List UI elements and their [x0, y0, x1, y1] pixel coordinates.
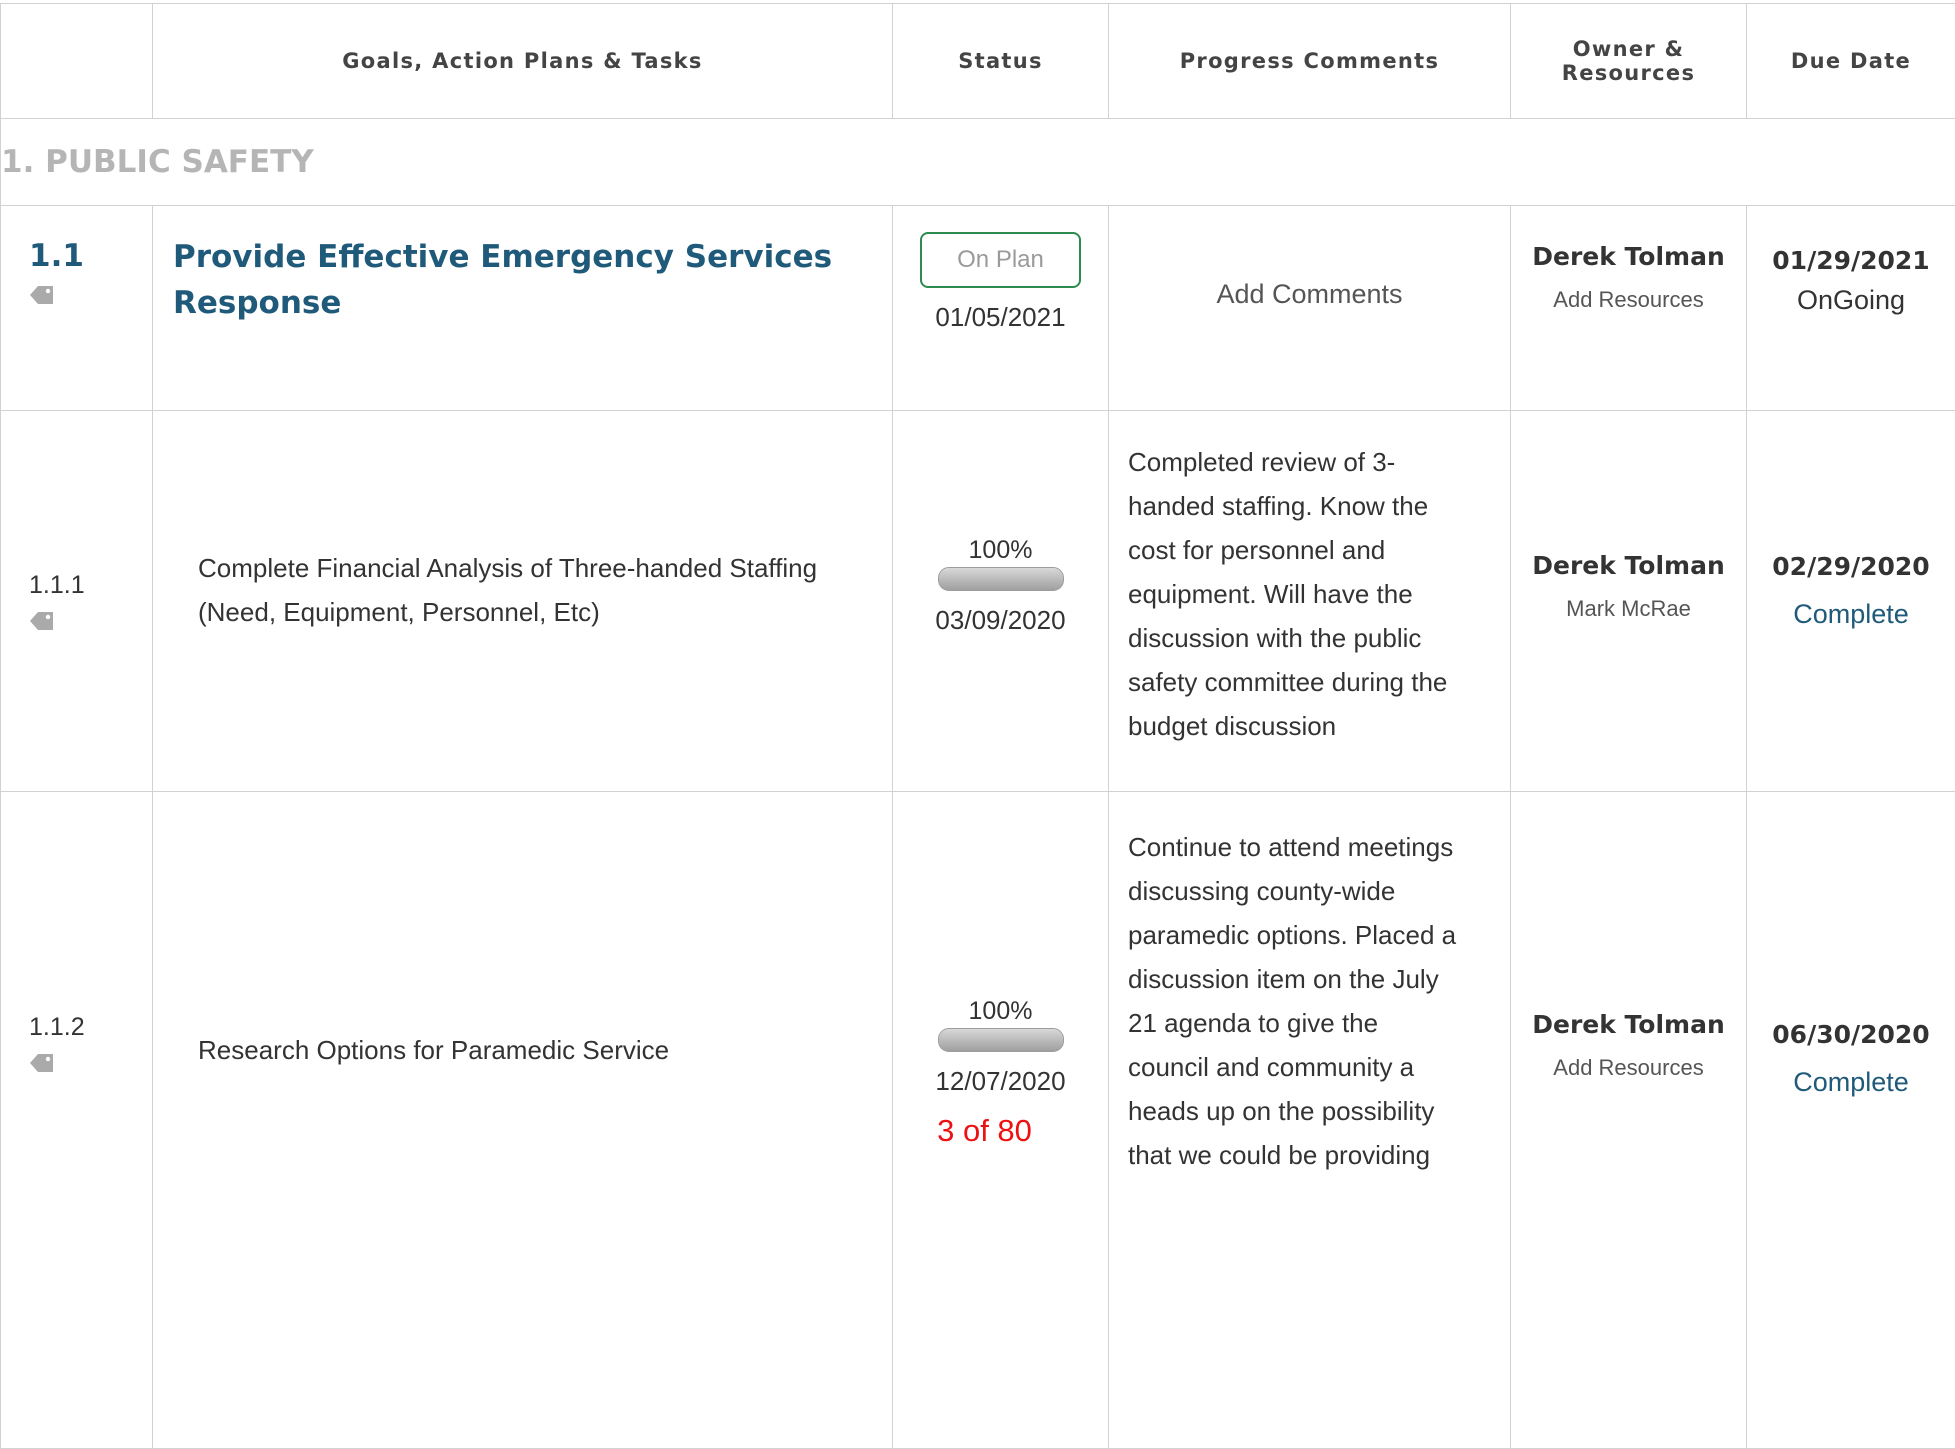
goal-title-line2: Response [173, 280, 872, 326]
goal-title[interactable]: Provide Effective Emergency Services Res… [153, 234, 892, 326]
comment-line: safety committee during the [1128, 660, 1490, 704]
section-row[interactable]: 1. PUBLIC SAFETY [1, 119, 1955, 206]
header-id [1, 4, 153, 119]
comment-line: council and community a [1128, 1045, 1490, 1089]
due-date-cell: 06/30/2020 Complete [1747, 792, 1955, 1449]
due-date-cell: 02/29/2020 Complete [1747, 411, 1955, 792]
owner-name[interactable]: Derek Tolman [1511, 242, 1746, 271]
tag-icon[interactable] [29, 610, 54, 632]
comment-line: cost for personnel and [1128, 528, 1490, 572]
row-id: 1.1.2 [29, 1013, 85, 1041]
header-status[interactable]: Status [893, 4, 1109, 119]
table-row[interactable]: 1.1.2 Research Options for Paramedic Ser… [1, 792, 1955, 1449]
task-title-cell[interactable]: Complete Financial Analysis of Three-han… [153, 411, 893, 792]
due-date: 06/30/2020 [1747, 1020, 1955, 1049]
row-id: 1.1 [29, 238, 84, 274]
table-row[interactable]: 1.1.1 Complete Financial Analysis of Thr… [1, 411, 1955, 792]
header-goals[interactable]: Goals, Action Plans & Tasks [153, 4, 893, 119]
status-badge[interactable]: On Plan [920, 232, 1081, 288]
goal-title-cell[interactable]: Provide Effective Emergency Services Res… [153, 206, 893, 411]
progress-bar [938, 1028, 1064, 1052]
comment-line: paramedic options. Placed a [1128, 913, 1490, 957]
task-title-line1: Complete Financial Analysis of Three-han… [198, 546, 872, 590]
due-date-cell: 01/29/2021 OnGoing [1747, 206, 1955, 411]
add-comments-link[interactable]: Add Comments [1109, 279, 1510, 310]
resource-name[interactable]: Mark McRae [1511, 596, 1746, 622]
task-title[interactable]: Complete Financial Analysis of Three-han… [153, 546, 892, 634]
comments-cell: Add Comments [1109, 206, 1511, 411]
progress-percent: 100% [893, 997, 1108, 1026]
due-state: Complete [1747, 1067, 1955, 1098]
status-cell: On Plan 01/05/2021 [893, 206, 1109, 411]
header-due-date[interactable]: Due Date [1747, 4, 1955, 119]
comment-line: that we could be providing [1128, 1133, 1490, 1177]
row-id: 1.1.1 [29, 571, 85, 599]
goals-table-page: Goals, Action Plans & Tasks Status Progr… [0, 0, 1955, 1141]
comment-line: discussion with the public [1128, 616, 1490, 660]
due-date: 02/29/2020 [1747, 552, 1955, 581]
tag-icon[interactable] [29, 1052, 54, 1074]
owner-cell: Derek Tolman Add Resources [1511, 206, 1747, 411]
row-id-cell: 1.1.1 [1, 411, 153, 792]
comment-line: 21 agenda to give the [1128, 1001, 1490, 1045]
tag-icon[interactable] [29, 284, 54, 306]
add-resources-link[interactable]: Add Resources [1511, 1055, 1746, 1081]
comment-line: Continue to attend meetings [1128, 825, 1490, 869]
due-state: OnGoing [1747, 285, 1955, 316]
status-cell: 100% 12/07/2020 3 of 80 [893, 792, 1109, 1449]
status-date: 12/07/2020 [893, 1066, 1108, 1097]
owner-cell: Derek Tolman Mark McRae [1511, 411, 1747, 792]
progress-bar-fill [939, 1029, 1063, 1051]
progress-percent: 100% [893, 536, 1108, 565]
owner-name[interactable]: Derek Tolman [1511, 551, 1746, 580]
task-title-line2: (Need, Equipment, Personnel, Etc) [198, 590, 872, 634]
task-title[interactable]: Research Options for Paramedic Service [153, 1028, 892, 1072]
comment-line: Completed review of 3- [1128, 440, 1490, 484]
header-owner[interactable]: Owner & Resources [1511, 4, 1747, 119]
comments-cell[interactable]: Completed review of 3- handed staffing. … [1109, 411, 1511, 792]
add-resources-link[interactable]: Add Resources [1511, 287, 1746, 313]
progress-comment[interactable]: Completed review of 3- handed staffing. … [1109, 440, 1510, 748]
owner-cell: Derek Tolman Add Resources [1511, 792, 1747, 1449]
section-title: 1. PUBLIC SAFETY [1, 119, 1955, 206]
comment-line: discussion item on the July [1128, 957, 1490, 1001]
comment-line: heads up on the possibility [1128, 1089, 1490, 1133]
comment-line: handed staffing. Know the [1128, 484, 1490, 528]
goals-table: Goals, Action Plans & Tasks Status Progr… [0, 3, 1955, 1449]
status-cell: 100% 03/09/2020 [893, 411, 1109, 792]
comment-line: equipment. Will have the [1128, 572, 1490, 616]
row-id-cell: 1.1.2 [1, 792, 153, 1449]
progress-bar [938, 567, 1064, 591]
row-id-cell: 1.1 [1, 206, 153, 411]
owner-name[interactable]: Derek Tolman [1511, 1010, 1746, 1039]
header-owner-line1: Owner & [1511, 37, 1746, 61]
status-date: 03/09/2020 [893, 605, 1108, 636]
comments-cell[interactable]: Continue to attend meetings discussing c… [1109, 792, 1511, 1449]
table-row[interactable]: 1.1 Provide Effective Emergency Services… [1, 206, 1955, 411]
comment-line: budget discussion [1128, 704, 1490, 748]
due-state: Complete [1747, 599, 1955, 630]
comment-line: discussing county-wide [1128, 869, 1490, 913]
goal-title-line1: Provide Effective Emergency Services [173, 234, 872, 280]
table-header-row: Goals, Action Plans & Tasks Status Progr… [1, 4, 1955, 119]
progress-comment[interactable]: Continue to attend meetings discussing c… [1109, 825, 1510, 1177]
header-progress-comments[interactable]: Progress Comments [1109, 4, 1511, 119]
status-date: 01/05/2021 [893, 302, 1108, 333]
header-owner-line2: Resources [1511, 61, 1746, 85]
page-count: 3 of 80 [861, 1113, 1108, 1149]
progress-bar-fill [939, 568, 1063, 590]
due-date: 01/29/2021 [1747, 246, 1955, 275]
task-title-cell[interactable]: Research Options for Paramedic Service [153, 792, 893, 1449]
